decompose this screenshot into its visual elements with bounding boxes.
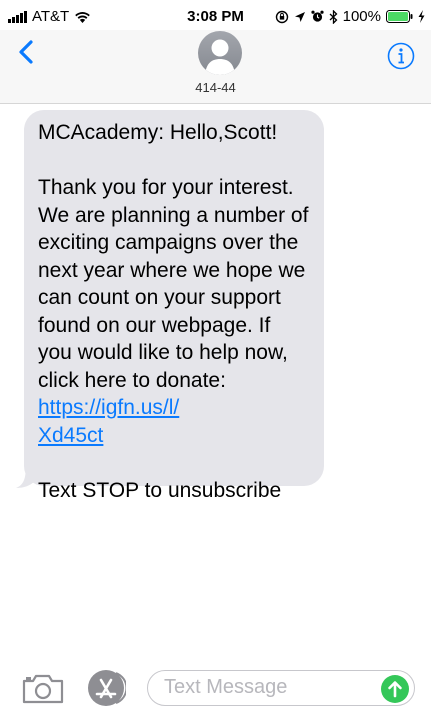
status-bar: AT&T 3:08 PM 100% (0, 0, 431, 30)
status-right: 100% (275, 8, 425, 25)
donate-link[interactable]: https://igfn.us/l/Xd45ct (38, 396, 179, 447)
alarm-icon (311, 10, 324, 22)
bluetooth-icon (329, 9, 338, 24)
camera-icon (22, 674, 64, 704)
app-drawer-edge (115, 672, 126, 704)
send-arrow-icon (388, 681, 402, 698)
avatar-icon (205, 39, 235, 75)
message-input[interactable]: Text Message (147, 670, 415, 706)
location-icon (294, 11, 305, 22)
message-footer: Text STOP to unsubscribe (38, 478, 282, 502)
back-button[interactable] (18, 40, 34, 69)
camera-button[interactable] (22, 672, 64, 709)
battery-icon (386, 10, 413, 23)
info-button[interactable] (387, 42, 415, 75)
message-body-text: Thank you for your interest. We are plan… (38, 176, 309, 392)
message-greeting: MCAcademy: Hello,Scott! (38, 121, 278, 144)
incoming-message-bubble[interactable]: MCAcademy: Hello,Scott! Thank you for yo… (24, 110, 324, 502)
charging-icon (418, 10, 425, 23)
back-chevron-icon (19, 40, 33, 64)
conversation-header: 414-44 (0, 30, 431, 104)
send-button[interactable] (381, 675, 409, 703)
contact-name[interactable]: 414-44 (0, 80, 431, 95)
rotation-lock-icon (275, 10, 288, 23)
compose-bar: Text Message (0, 665, 431, 713)
message-input-placeholder: Text Message (164, 676, 288, 698)
message-body: Thank you for your interest. We are plan… (38, 174, 310, 449)
contact-avatar[interactable] (198, 31, 242, 75)
info-icon (387, 42, 415, 70)
battery-percent: 100% (342, 8, 381, 25)
